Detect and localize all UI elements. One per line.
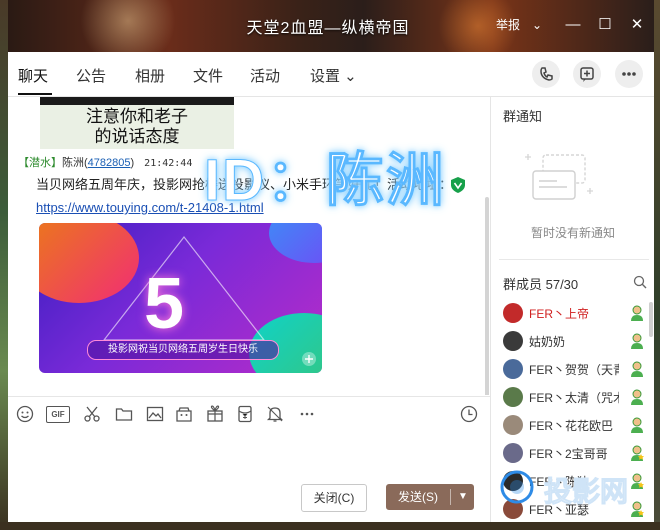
member-admin-badge-icon: [631, 417, 643, 433]
title-bar[interactable]: 天堂2血盟—纵横帝国 举报 ⌄ — ☐ ✕: [8, 0, 654, 52]
member-name[interactable]: FER丶贺贺（天青: [529, 361, 619, 378]
chat-scrollbar[interactable]: [485, 197, 489, 395]
phone-call-button[interactable]: [532, 60, 560, 88]
close-window-button[interactable]: ✕: [626, 14, 648, 36]
group-chat-window: 天堂2血盟—纵横帝国 举报 ⌄ — ☐ ✕ 聊天 公告 相册 文件 活动 设置 …: [8, 0, 654, 522]
folder-icon[interactable]: [115, 405, 133, 423]
titlebar-art-glow: [68, 0, 188, 52]
avatar[interactable]: [503, 415, 523, 435]
ellipsis-icon[interactable]: [298, 405, 316, 423]
more-chevron-icon[interactable]: ⌄: [526, 14, 548, 36]
tab-bar: 聊天 公告 相册 文件 活动 设置 ⌄: [8, 52, 654, 97]
image-blob-blue: [269, 223, 322, 263]
report-link[interactable]: 举报: [496, 16, 520, 33]
add-app-button[interactable]: [573, 60, 601, 88]
member-admin-badge-icon: [631, 389, 643, 405]
message-time: 21:42:44: [144, 158, 193, 169]
id-overlay-text: ID：陈洲: [203, 148, 447, 214]
sender-name[interactable]: 陈洲: [62, 157, 84, 169]
tab-settings[interactable]: 设置 ⌄: [310, 65, 357, 86]
members-title: 群成员 57/30: [503, 277, 579, 292]
tab-files[interactable]: 文件: [193, 65, 223, 86]
member-admin-badge-icon: [631, 361, 643, 377]
sidebar-divider: [499, 259, 649, 260]
more-dots-icon: [622, 72, 636, 76]
send-button-separator: [450, 489, 451, 505]
scissors-icon[interactable]: [83, 405, 101, 423]
gif-icon[interactable]: GIF: [46, 406, 70, 423]
avatar[interactable]: [503, 359, 523, 379]
window-title: 天堂2血盟—纵横帝国: [246, 20, 410, 37]
member-name[interactable]: FER丶2宝哥哥: [529, 445, 619, 462]
empty-notice-text: 暂时没有新通知: [530, 226, 615, 240]
red-packet-icon[interactable]: [236, 405, 254, 423]
watermark-text: 投影网: [543, 476, 629, 508]
desktop-background-bottom: [0, 522, 660, 530]
image-expand-icon[interactable]: [301, 351, 317, 367]
image-ink-stroke: [40, 97, 234, 105]
member-row[interactable]: FER丶上帝: [503, 302, 643, 324]
composer-toolbar: GIF: [8, 396, 490, 431]
history-icon[interactable]: [460, 405, 478, 423]
bell-icon[interactable]: [266, 405, 284, 423]
verified-shield-icon: [451, 177, 465, 193]
member-row[interactable]: FER丶花花欧巴: [503, 414, 643, 436]
member-name[interactable]: FER丶花花欧巴: [529, 417, 619, 434]
member-row[interactable]: FER丶贺贺（天青: [503, 358, 643, 380]
member-star-badge-icon: [631, 445, 644, 461]
more-options-button[interactable]: [615, 60, 643, 88]
member-level-tag: 【潜水】: [18, 157, 62, 169]
members-scrollbar[interactable]: [649, 302, 653, 337]
member-name[interactable]: FER丶太清（咒术: [529, 389, 619, 406]
member-row[interactable]: FER丶2宝哥哥: [503, 442, 644, 464]
image-big-number: 5: [144, 264, 185, 344]
group-sidebar: 群通知 暂时没有新通知 群成员 57/30 FER丶上帝 姑奶奶 FER丶贺贺（天青…: [490, 97, 654, 522]
desktop-background-left: [0, 0, 8, 530]
notice-title[interactable]: 群通知: [503, 106, 542, 125]
send-button-label[interactable]: 发送(S): [386, 484, 450, 510]
tab-announcement[interactable]: 公告: [76, 65, 106, 86]
avatar[interactable]: [503, 443, 523, 463]
add-square-icon: [580, 67, 594, 82]
chat-scrollbar-thumb[interactable]: [485, 197, 489, 395]
desktop-background-right: [654, 0, 660, 530]
avatar[interactable]: [503, 387, 523, 407]
emoji-icon[interactable]: [16, 405, 34, 423]
avatar[interactable]: [503, 331, 523, 351]
sender-uid-link[interactable]: 4782805: [88, 157, 131, 169]
active-tab-indicator: [18, 93, 52, 95]
phone-icon: [540, 67, 553, 81]
member-name[interactable]: FER丶上帝: [529, 305, 619, 322]
maximize-button[interactable]: ☐: [594, 14, 616, 36]
member-row[interactable]: 姑奶奶: [503, 330, 643, 352]
avatar[interactable]: [503, 303, 523, 323]
image-icon[interactable]: [146, 405, 164, 423]
gift-icon[interactable]: [206, 405, 224, 423]
shop-icon[interactable]: [175, 405, 193, 423]
message-header: 【潜水】陈洲(4782805) 21:42:44: [18, 157, 193, 169]
member-name[interactable]: 姑奶奶: [529, 333, 619, 350]
send-button[interactable]: 发送(S) ▼: [386, 484, 474, 510]
close-button[interactable]: 关闭(C): [301, 484, 367, 512]
member-admin-badge-icon: [631, 333, 643, 349]
search-icon[interactable]: [633, 275, 647, 289]
minimize-button[interactable]: —: [562, 14, 584, 36]
anniversary-image[interactable]: 5 投影网祝当贝网络五周岁生日快乐: [39, 223, 322, 373]
tab-chat[interactable]: 聊天: [18, 65, 48, 86]
member-row[interactable]: FER丶太清（咒术: [503, 386, 643, 408]
empty-notice-illustration-icon: [525, 154, 593, 200]
member-admin-badge-icon: [631, 305, 643, 321]
tab-album[interactable]: 相册: [135, 65, 165, 86]
image-banner-text: 投影网祝当贝网络五周岁生日快乐: [87, 340, 279, 360]
tab-activity[interactable]: 活动: [250, 65, 280, 86]
send-options-chevron-icon[interactable]: ▼: [452, 484, 474, 510]
